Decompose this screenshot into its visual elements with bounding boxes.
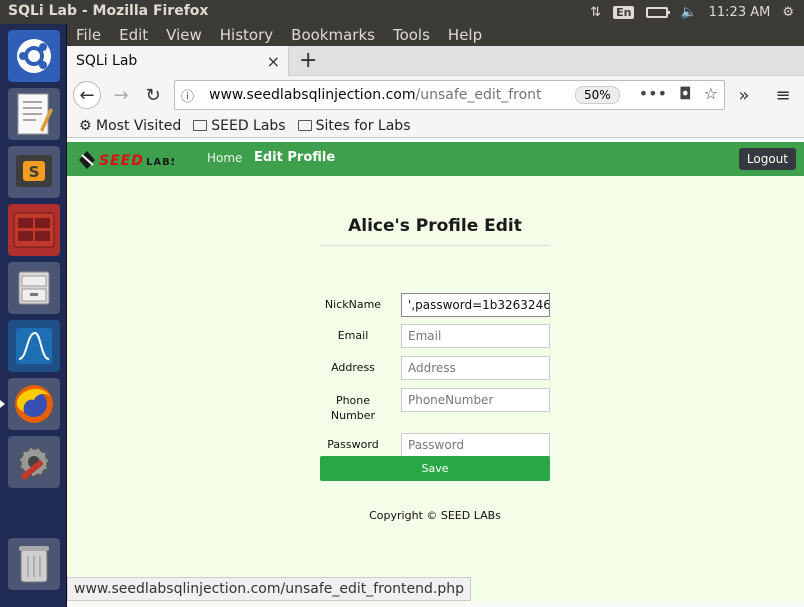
menu-help[interactable]: Help — [448, 26, 482, 44]
nickname-label: NickName — [324, 298, 382, 311]
terminal-app-icon[interactable] — [8, 204, 60, 256]
battery-icon[interactable] — [646, 6, 671, 18]
pocket-icon[interactable]: ◘ — [679, 84, 692, 103]
password-label: Password — [327, 438, 379, 451]
text-editor-icon[interactable] — [8, 88, 60, 140]
copyright-text: Copyright © SEED LABs — [369, 509, 501, 522]
close-tab-icon[interactable]: × — [267, 52, 280, 71]
info-icon[interactable]: ⓘ — [181, 86, 201, 105]
phone-input[interactable]: PhoneNumber — [401, 388, 550, 412]
url-bar[interactable]: ⓘ www.seedlabsqlinjection.com/unsafe_edi… — [174, 80, 725, 110]
sublime-text-icon[interactable]: S — [8, 146, 60, 198]
status-bar: www.seedlabsqlinjection.com/unsafe_edit_… — [67, 577, 472, 601]
settings-icon[interactable]: ⚙ — [782, 5, 794, 20]
svg-text:S: S — [29, 163, 40, 181]
bookmark-label: Most Visited — [96, 117, 182, 134]
hamburger-menu-icon[interactable]: ≡ — [769, 81, 797, 109]
bookmark-label: SEED Labs — [211, 117, 286, 134]
page-actions-icon[interactable]: ••• — [639, 84, 667, 103]
overflow-chevron-icon[interactable]: » — [730, 81, 758, 109]
system-top-bar: SQLi Lab - Mozilla Firefox ⇅ En 🔈 11:23 … — [0, 0, 804, 24]
bookmark-most-visited[interactable]: ⚙ Most Visited — [79, 118, 181, 134]
launcher: S — [0, 24, 67, 607]
zoom-indicator[interactable]: 50% — [575, 86, 620, 104]
keyboard-layout-indicator[interactable]: En — [613, 5, 635, 19]
password-input[interactable]: Password — [401, 433, 550, 457]
url-path: /unsafe_edit_front — [415, 87, 542, 103]
phone-label: Phone Number — [330, 394, 376, 422]
bookmarks-toolbar: ⚙ Most Visited SEED Labs Sites for Labs — [67, 114, 804, 138]
firefox-icon[interactable] — [0, 378, 60, 430]
folder-icon — [297, 119, 312, 131]
bookmark-sites-for-labs[interactable]: Sites for Labs — [297, 117, 411, 134]
bookmark-seed-labs[interactable]: SEED Labs — [193, 117, 286, 134]
trash-icon[interactable] — [8, 538, 60, 590]
file-manager-icon[interactable] — [8, 262, 60, 314]
menu-tools[interactable]: Tools — [393, 26, 430, 44]
reload-button[interactable]: ↻ — [139, 81, 167, 109]
nav-home-link[interactable]: Home — [207, 151, 242, 165]
new-tab-button[interactable]: + — [299, 48, 317, 73]
logout-button[interactable]: Logout — [738, 148, 796, 170]
bookmark-star-icon[interactable]: ☆ — [704, 84, 718, 103]
tab-title: SQLi Lab — [76, 53, 138, 69]
volume-icon[interactable]: 🔈 — [680, 5, 696, 20]
seed-labs-logo[interactable]: SEED LABS — [79, 151, 178, 173]
forward-button[interactable]: → — [107, 81, 135, 109]
wireshark-icon[interactable] — [8, 320, 60, 372]
menu-edit[interactable]: Edit — [119, 26, 148, 44]
bookmark-label: Sites for Labs — [315, 117, 411, 134]
system-settings-icon[interactable] — [8, 436, 60, 488]
back-button[interactable]: ← — [73, 81, 101, 109]
url-bar-tools: ••• ◘ ☆ — [639, 84, 718, 103]
navigation-toolbar: ← → ↻ ⓘ www.seedlabsqlinjection.com/unsa… — [67, 76, 804, 114]
menu-bookmarks[interactable]: Bookmarks — [291, 26, 375, 44]
tab-strip: SQLi Lab × + — [67, 46, 804, 76]
web-page: SEED LABS Home Edit Profile Logout Alice… — [67, 142, 804, 602]
address-input[interactable]: Address — [401, 356, 550, 380]
firefox-window: File Edit View History Bookmarks Tools H… — [67, 24, 804, 607]
svg-text:LABS: LABS — [146, 157, 174, 168]
site-navbar: SEED LABS Home Edit Profile Logout — [67, 142, 804, 176]
network-icon[interactable]: ⇅ — [590, 5, 601, 20]
ubuntu-dash-icon[interactable] — [8, 30, 60, 82]
url-host: www.seedlabsqlinjection.com — [209, 87, 416, 103]
seed-logo-graphic: SEED LABS — [79, 151, 178, 169]
system-tray: ⇅ En 🔈 11:23 AM ⚙ — [590, 0, 804, 24]
address-label: Address — [331, 361, 375, 374]
save-button[interactable]: Save — [320, 456, 550, 481]
form-title: Alice's Profile Edit — [320, 216, 550, 246]
tab-sqli-lab[interactable]: SQLi Lab × — [67, 46, 289, 76]
email-label: Email — [337, 329, 369, 342]
nav-edit-profile-link[interactable]: Edit Profile — [254, 150, 335, 165]
clock[interactable]: 11:23 AM — [709, 5, 771, 20]
menu-view[interactable]: View — [166, 26, 202, 44]
menu-bar: File Edit View History Bookmarks Tools H… — [67, 24, 804, 46]
menu-history[interactable]: History — [220, 26, 273, 44]
email-input[interactable]: Email — [401, 324, 550, 348]
nickname-input[interactable]: ',password=1b32632467 — [401, 293, 550, 317]
url-text[interactable]: www.seedlabsqlinjection.com/unsafe_edit_… — [209, 87, 549, 103]
window-title: SQLi Lab - Mozilla Firefox — [8, 3, 209, 19]
gear-icon: ⚙ — [79, 117, 92, 134]
svg-text:SEED: SEED — [99, 153, 144, 169]
menu-file[interactable]: File — [76, 26, 101, 44]
folder-icon — [193, 119, 208, 131]
